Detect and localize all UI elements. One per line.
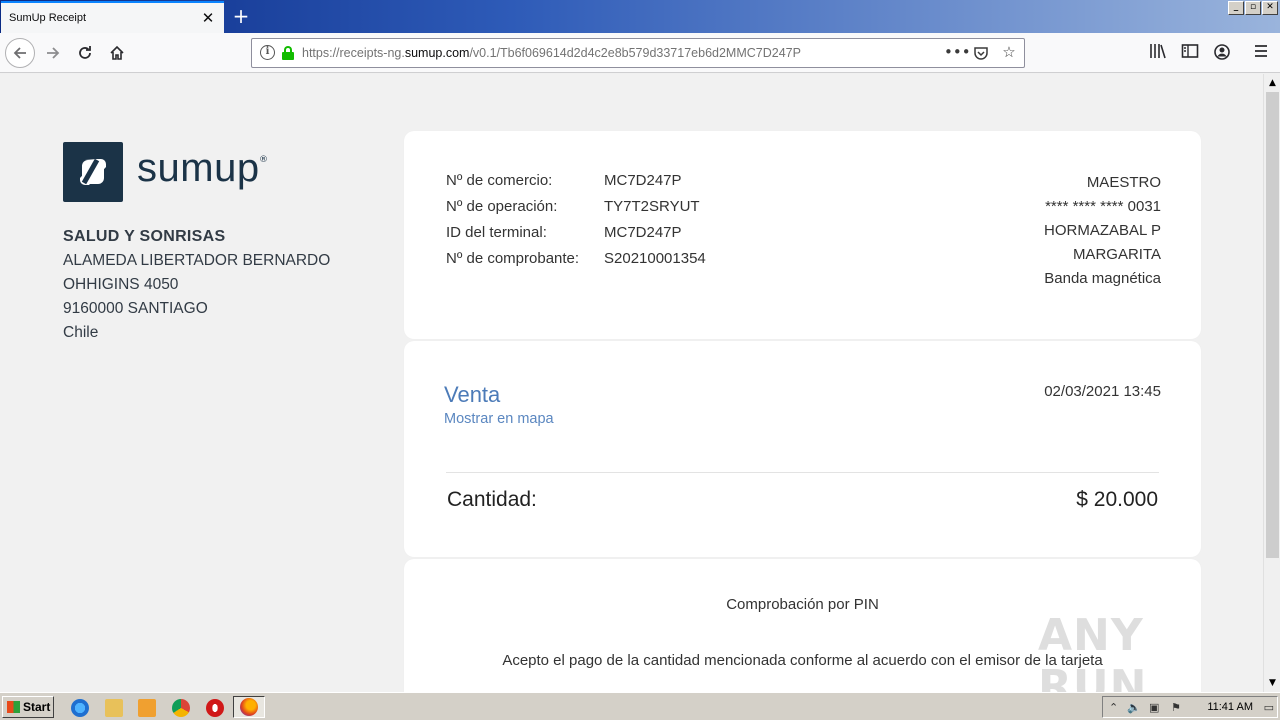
action-center-flag-icon[interactable]: ⚑ bbox=[1171, 701, 1181, 714]
amount-label: Cantidad: bbox=[447, 488, 537, 511]
start-label: Start bbox=[23, 700, 51, 714]
vertical-scrollbar[interactable]: ▲ ▼ bbox=[1263, 74, 1280, 692]
forward-button[interactable] bbox=[39, 39, 67, 67]
taskbar-firefox-button[interactable] bbox=[233, 696, 265, 718]
transaction-type: Venta bbox=[444, 382, 501, 407]
address-line: ALAMEDA LIBERTADOR BERNARDO bbox=[63, 252, 331, 269]
card-number: **** **** **** 0031 bbox=[1045, 198, 1161, 215]
system-tray: ⌃ 🔈 ▣ ⚑ 11:41 AM ▭ bbox=[1102, 696, 1278, 718]
close-tab-icon[interactable]: ✕ bbox=[200, 9, 216, 27]
scrollbar-thumb[interactable] bbox=[1266, 92, 1279, 558]
scroll-up-icon[interactable]: ▲ bbox=[1265, 75, 1280, 91]
merchant-name: SALUD Y SONRISAS bbox=[63, 228, 226, 245]
firefox-icon bbox=[240, 698, 258, 716]
home-icon bbox=[110, 45, 124, 60]
network-icon[interactable]: ▣ bbox=[1149, 701, 1159, 714]
pocket-icon[interactable] bbox=[972, 43, 990, 63]
page-content: sumup ® SALUD Y SONRISAS ALAMEDA LIBERTA… bbox=[0, 74, 1263, 692]
info-icon[interactable]: i bbox=[260, 45, 275, 60]
navigation-toolbar: i https://receipts-ng.sumup.com/v0.1/Tb6… bbox=[0, 33, 1280, 73]
registered-mark: ® bbox=[259, 155, 268, 165]
divider bbox=[446, 472, 1159, 473]
field-row: Nº de operación: TY7T2SRYUT bbox=[446, 198, 706, 224]
more-icon[interactable]: ••• bbox=[944, 43, 971, 63]
amount-value: $ 20.000 bbox=[1076, 488, 1158, 511]
cardholder-name: MARGARITA bbox=[1072, 246, 1161, 263]
field-value: MC7D247P bbox=[604, 172, 682, 189]
url-prefix: https://receipts-ng. bbox=[302, 46, 405, 60]
field-value: MC7D247P bbox=[604, 224, 682, 241]
entry-mode: Banda magnética bbox=[1044, 270, 1161, 287]
anyrun-watermark: ANY RUN bbox=[1038, 610, 1148, 692]
show-on-map-link[interactable]: Mostrar en mapa bbox=[444, 411, 554, 427]
field-value: S20210001354 bbox=[604, 250, 706, 267]
cardholder-name: HORMAZABAL P bbox=[1044, 222, 1161, 239]
field-label: Nº de operación: bbox=[446, 198, 558, 215]
show-desktop-icon[interactable]: ▭ bbox=[1264, 701, 1274, 714]
home-button[interactable] bbox=[103, 39, 131, 67]
menu-icon[interactable] bbox=[1250, 43, 1272, 65]
start-button[interactable]: Start bbox=[2, 696, 54, 718]
card-scheme: MAESTRO bbox=[1086, 174, 1161, 191]
reload-icon bbox=[79, 46, 91, 59]
logo-wordmark: sumup bbox=[137, 146, 260, 190]
volume-icon[interactable]: 🔈 bbox=[1127, 701, 1141, 714]
chrome-icon[interactable] bbox=[172, 699, 190, 717]
url-domain: sumup.com bbox=[404, 46, 470, 60]
window-controls: _ ▫ ✕ bbox=[1228, 1, 1278, 15]
tab-strip: SumUp Receipt ✕ + _ ▫ ✕ bbox=[0, 0, 1280, 33]
transaction-card: Venta Mostrar en mapa 02/03/2021 13:45 C… bbox=[404, 341, 1201, 557]
back-icon bbox=[13, 47, 26, 59]
sumup-logo-mark bbox=[63, 142, 123, 202]
library-icon[interactable] bbox=[1147, 43, 1169, 65]
new-tab-button[interactable]: + bbox=[229, 4, 253, 28]
address-bar[interactable]: i https://receipts-ng.sumup.com/v0.1/Tb6… bbox=[251, 38, 1025, 68]
forward-icon bbox=[47, 47, 60, 59]
field-row: ID del terminal: MC7D247P bbox=[446, 224, 706, 250]
receipt-details-card: Nº de comercio: MC7D247P Nº de operación… bbox=[404, 131, 1201, 339]
url-text[interactable]: https://receipts-ng.sumup.com/v0.1/Tb6f0… bbox=[302, 46, 801, 60]
ie-icon[interactable] bbox=[71, 699, 89, 717]
tab-sumup-receipt[interactable]: SumUp Receipt ✕ bbox=[1, 1, 224, 33]
merchant-info: SALUD Y SONRISAS ALAMEDA LIBERTADOR BERN… bbox=[63, 225, 330, 345]
minimize-button[interactable]: _ bbox=[1228, 1, 1244, 15]
close-window-button[interactable]: ✕ bbox=[1262, 1, 1278, 15]
reload-button[interactable] bbox=[71, 39, 99, 67]
field-label: Nº de comercio: bbox=[446, 172, 553, 189]
address-line: 9160000 SANTIAGO bbox=[63, 300, 208, 317]
account-icon[interactable] bbox=[1211, 43, 1233, 65]
transaction-datetime: 02/03/2021 13:45 bbox=[1044, 383, 1161, 400]
bookmark-star-icon[interactable]: ☆ bbox=[1000, 43, 1018, 63]
tab-title: SumUp Receipt bbox=[9, 12, 87, 24]
url-path: /v0.1/Tb6f069614d2d4c2e8b579d33717eb6d2M… bbox=[469, 46, 801, 60]
receipt-fields: Nº de comercio: MC7D247P Nº de operación… bbox=[446, 172, 706, 276]
scroll-down-icon[interactable]: ▼ bbox=[1265, 675, 1280, 691]
windows-logo-icon bbox=[7, 701, 20, 713]
sidebar-icon[interactable] bbox=[1179, 43, 1201, 65]
card-info: MAESTRO **** **** **** 0031 HORMAZABAL P… bbox=[1044, 171, 1161, 291]
address-line: OHHIGINS 4050 bbox=[63, 276, 179, 293]
media-player-icon[interactable] bbox=[138, 699, 156, 717]
field-row: Nº de comprobante: S20210001354 bbox=[446, 250, 706, 276]
url-actions: ••• ☆ bbox=[944, 43, 1018, 63]
field-row: Nº de comercio: MC7D247P bbox=[446, 172, 706, 198]
lock-icon[interactable] bbox=[282, 46, 294, 60]
back-button[interactable] bbox=[5, 38, 35, 68]
address-line: Chile bbox=[63, 324, 99, 341]
tray-expand-icon[interactable]: ⌃ bbox=[1109, 701, 1118, 714]
field-value: TY7T2SRYUT bbox=[604, 198, 700, 215]
field-label: Nº de comprobante: bbox=[446, 250, 580, 267]
opera-icon[interactable] bbox=[206, 699, 224, 717]
windows-taskbar: Start ⌃ 🔈 ▣ ⚑ 11:41 AM ▭ bbox=[0, 692, 1280, 720]
restore-button[interactable]: ▫ bbox=[1245, 1, 1261, 15]
field-label: ID del terminal: bbox=[446, 224, 547, 241]
clock: 11:41 AM bbox=[1207, 701, 1253, 713]
folder-icon[interactable] bbox=[105, 699, 123, 717]
